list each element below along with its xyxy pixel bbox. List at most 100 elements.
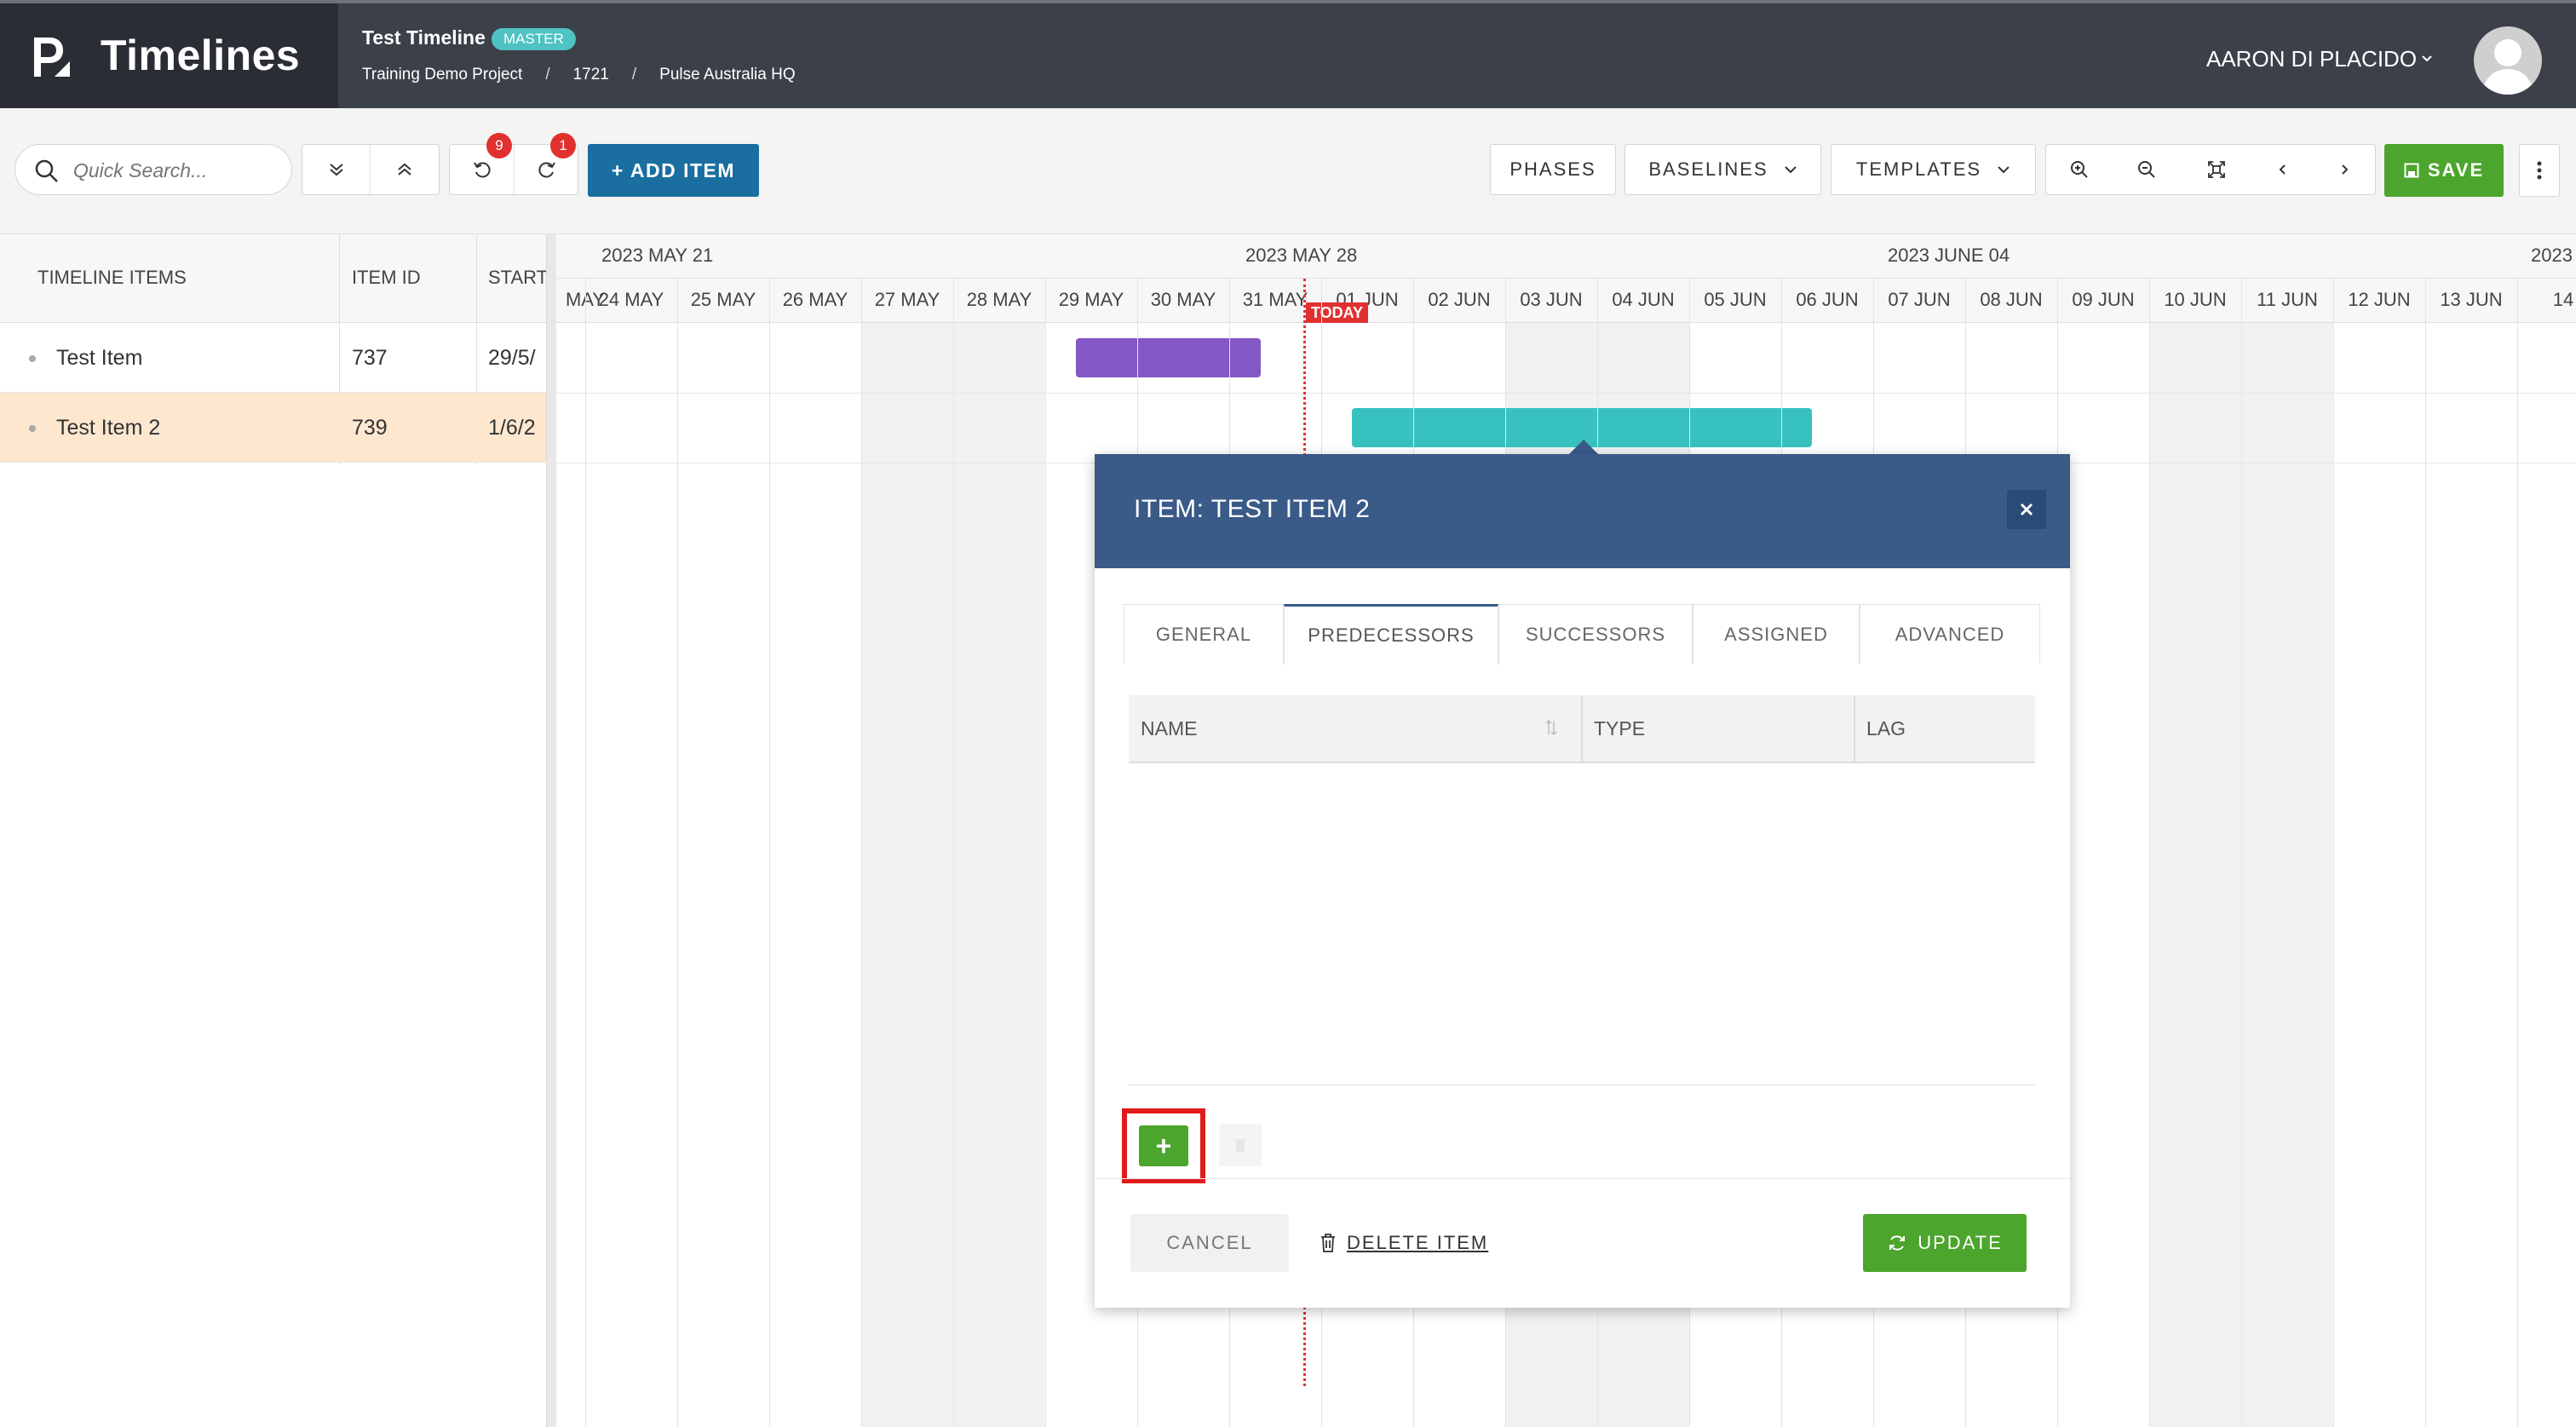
day-gridline xyxy=(585,279,586,1427)
zoom-out-icon xyxy=(2138,161,2155,178)
gantt-bar-test-item[interactable] xyxy=(1076,338,1261,377)
column-header-items[interactable]: TIMELINE ITEMS xyxy=(37,267,187,289)
day-label: 03 JUN xyxy=(1520,289,1583,310)
row-divider xyxy=(556,393,2576,394)
week-label: 2023 MAY 28 xyxy=(1245,245,1358,266)
search-input[interactable] xyxy=(72,156,276,185)
save-label: SAVE xyxy=(2427,159,2485,181)
chevron-down-icon[interactable] xyxy=(2421,53,2433,65)
item-editor-dialog: ITEM: TEST ITEM 2 GENERAL PREDECESSORS S… xyxy=(1095,454,2070,1308)
avatar[interactable] xyxy=(2474,26,2542,95)
breadcrumb-project-number[interactable]: 1721 xyxy=(573,66,609,84)
grid-header: TIMELINE ITEMS ITEM ID START xyxy=(0,234,548,323)
breadcrumb: Training Demo Project / 1721 / Pulse Aus… xyxy=(362,66,796,84)
day-label: 26 MAY xyxy=(782,289,848,310)
expand-all-button[interactable] xyxy=(302,145,371,194)
cancel-button[interactable]: CANCEL xyxy=(1130,1214,1289,1272)
popover-caret xyxy=(1569,440,1598,454)
sort-icon[interactable] xyxy=(1544,717,1558,738)
scroll-right-button[interactable] xyxy=(2314,145,2375,194)
weekend-shade xyxy=(2149,323,2241,1427)
zoom-in-button[interactable] xyxy=(2046,145,2113,194)
day-gridline xyxy=(2149,279,2150,1427)
tab-successors[interactable]: SUCCESSORS xyxy=(1498,604,1693,664)
trash-icon xyxy=(1235,1139,1245,1152)
dialog-title: ITEM: TEST ITEM 2 xyxy=(1134,495,1371,523)
scroll-left-button[interactable] xyxy=(2252,145,2314,194)
collapse-all-button[interactable] xyxy=(371,145,439,194)
redo-icon xyxy=(538,162,555,178)
close-button[interactable] xyxy=(2007,490,2046,529)
timeline-items-grid: TIMELINE ITEMS ITEM ID START Test Item 7… xyxy=(0,234,548,1427)
baselines-dropdown[interactable]: BASELINES xyxy=(1624,144,1821,195)
remove-predecessor-button[interactable] xyxy=(1219,1124,1262,1166)
column-header-type[interactable]: TYPE xyxy=(1594,717,1645,740)
trash-icon xyxy=(1321,1234,1335,1252)
add-item-button[interactable]: + ADD ITEM xyxy=(588,144,759,197)
day-gridline xyxy=(769,279,770,1427)
double-chevron-down-icon xyxy=(329,164,343,176)
double-chevron-up-icon xyxy=(398,163,411,175)
app-logo-icon xyxy=(34,37,70,77)
row-bullet xyxy=(29,425,36,432)
pane-splitter[interactable] xyxy=(546,234,556,1427)
chevron-down-icon xyxy=(1998,166,2010,174)
toolbar: 9 1 + ADD ITEM PHASES BASELINES TEMPLATE… xyxy=(0,108,2576,234)
table-row[interactable]: Test Item 737 29/5/ xyxy=(0,323,547,393)
column-header-name[interactable]: NAME xyxy=(1141,717,1197,740)
tab-predecessors[interactable]: PREDECESSORS xyxy=(1284,604,1498,665)
day-gridline xyxy=(677,279,678,1427)
breadcrumb-location[interactable]: Pulse Australia HQ xyxy=(659,66,795,84)
day-label: 28 MAY xyxy=(966,289,1032,310)
day-gridline xyxy=(2517,279,2518,1427)
user-menu-name[interactable]: AARON DI PLACIDO xyxy=(2206,46,2417,72)
day-label: 12 JUN xyxy=(2348,289,2411,310)
redo-count-badge: 1 xyxy=(550,133,576,158)
day-gridline xyxy=(1045,279,1046,1427)
weekend-shade xyxy=(953,323,1045,1427)
phases-button[interactable]: PHASES xyxy=(1490,144,1616,195)
phases-label: PHASES xyxy=(1509,158,1596,180)
kebab-menu-icon xyxy=(2537,161,2542,180)
fit-to-screen-button[interactable] xyxy=(2181,145,2252,194)
day-gridline xyxy=(2425,279,2426,1427)
brand[interactable]: Timelines xyxy=(0,3,338,108)
app-header: Timelines Test Timeline MASTER Training … xyxy=(0,0,2576,108)
tab-advanced[interactable]: ADVANCED xyxy=(1860,604,2040,664)
templates-dropdown[interactable]: TEMPLATES xyxy=(1831,144,2036,195)
tab-general[interactable]: GENERAL xyxy=(1124,604,1284,664)
timeline-title: Test Timeline xyxy=(362,26,486,49)
day-label: 02 JUN xyxy=(1428,289,1491,310)
day-label: 24 MAY xyxy=(598,289,664,310)
day-gridline xyxy=(861,279,862,1427)
delete-item-link[interactable]: DELETE ITEM xyxy=(1320,1226,1488,1260)
day-label: 25 MAY xyxy=(690,289,756,310)
column-header-start[interactable]: START xyxy=(488,267,548,289)
day-label: 30 MAY xyxy=(1150,289,1216,310)
add-predecessor-button[interactable]: + xyxy=(1139,1125,1188,1166)
day-label: 09 JUN xyxy=(2072,289,2135,310)
tab-assigned[interactable]: ASSIGNED xyxy=(1693,604,1860,664)
zoom-nav-group xyxy=(2045,144,2376,195)
zoom-in-icon xyxy=(2071,161,2088,178)
zoom-out-button[interactable] xyxy=(2113,145,2181,194)
more-options-button[interactable] xyxy=(2519,144,2560,197)
column-divider xyxy=(1854,695,1855,763)
week-header: 2023 MAY 21 2023 MAY 28 2023 JUNE 04 202… xyxy=(556,234,2576,279)
save-button[interactable]: SAVE xyxy=(2384,144,2504,197)
baselines-label: BASELINES xyxy=(1648,158,1768,180)
column-header-lag[interactable]: LAG xyxy=(1866,717,1906,740)
column-header-item-id[interactable]: ITEM ID xyxy=(352,267,421,289)
update-label: UPDATE xyxy=(1918,1232,2003,1253)
column-divider xyxy=(1581,695,1583,763)
breadcrumb-project[interactable]: Training Demo Project xyxy=(362,66,522,84)
day-label: 05 JUN xyxy=(1704,289,1767,310)
table-row-selected[interactable]: Test Item 2 739 1/6/2 xyxy=(0,393,547,463)
week-label: 2023 JUNE 04 xyxy=(1888,245,2010,266)
update-button[interactable]: UPDATE xyxy=(1863,1214,2027,1272)
weekend-shade xyxy=(2241,323,2333,1427)
day-gridline xyxy=(953,279,954,1427)
item-id: 739 xyxy=(352,416,388,440)
chevron-left-icon xyxy=(2279,164,2286,175)
search-box[interactable] xyxy=(14,144,292,195)
